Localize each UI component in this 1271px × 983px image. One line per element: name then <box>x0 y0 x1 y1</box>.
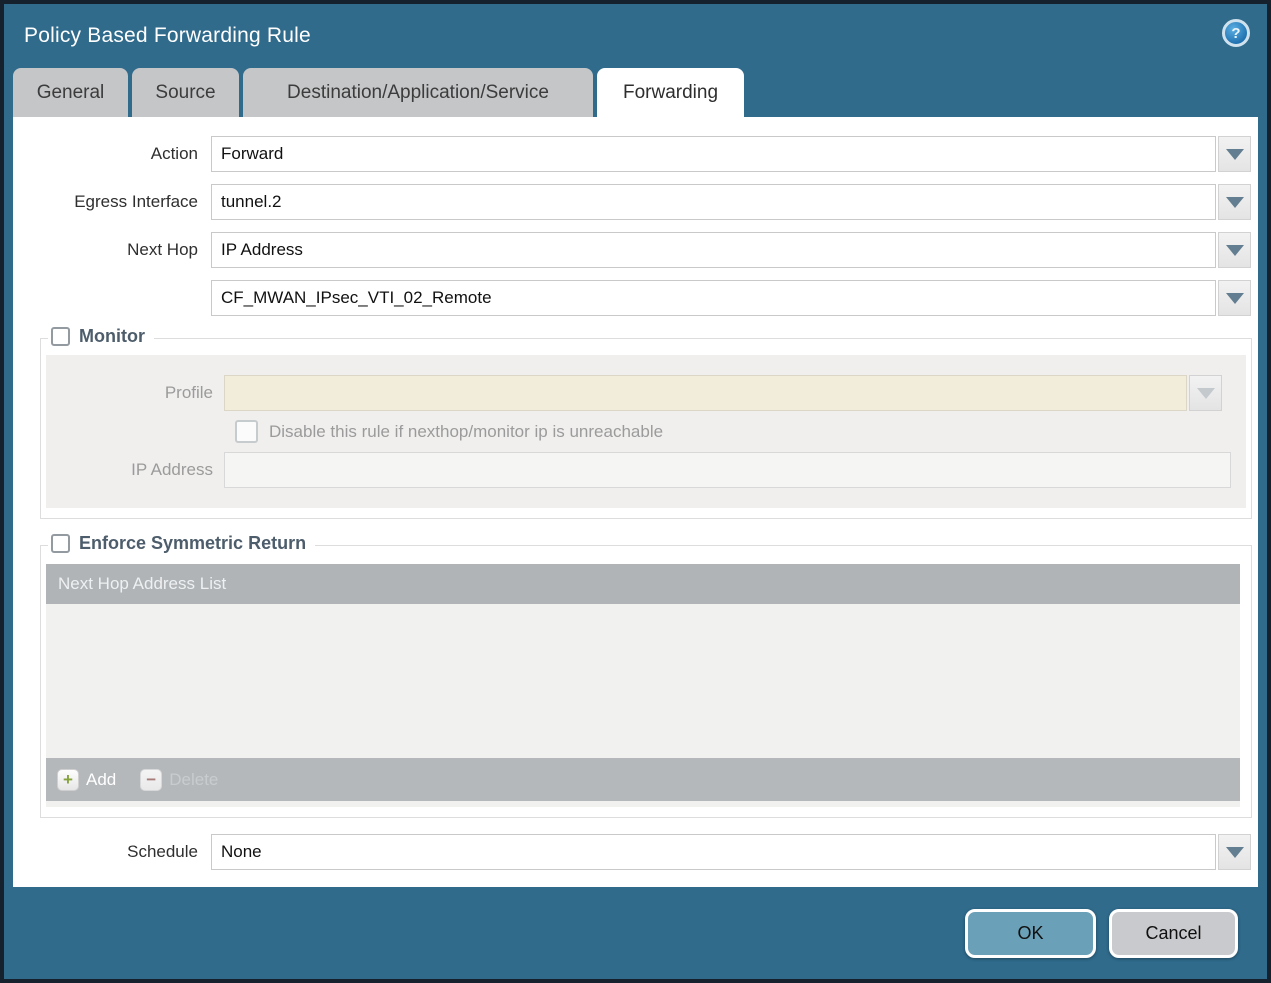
tab-destination-label: Destination/Application/Service <box>287 82 549 104</box>
next-hop-dropdown-button[interactable] <box>1218 232 1251 268</box>
chevron-down-icon <box>1197 388 1215 399</box>
next-hop-address-input[interactable]: CF_MWAN_IPsec_VTI_02_Remote <box>211 280 1216 316</box>
disable-rule-row: Disable this rule if nexthop/monitor ip … <box>46 420 1246 443</box>
next-hop-label: Next Hop <box>13 240 211 260</box>
tab-source-label: Source <box>155 82 215 104</box>
help-button[interactable]: ? <box>1222 19 1250 47</box>
help-icon: ? <box>1231 25 1240 42</box>
tab-forwarding-label: Forwarding <box>623 82 718 104</box>
schedule-input[interactable]: None <box>211 834 1216 870</box>
enforce-symmetric-return-legend-label: Enforce Symmetric Return <box>79 533 306 554</box>
add-button[interactable]: + Add <box>57 769 116 791</box>
next-hop-row: Next Hop IP Address <box>13 232 1251 268</box>
action-input[interactable]: Forward <box>211 136 1216 172</box>
chevron-down-icon <box>1226 197 1244 208</box>
schedule-dropdown-button[interactable] <box>1218 834 1251 870</box>
egress-interface-row: Egress Interface tunnel.2 <box>13 184 1251 220</box>
add-button-label: Add <box>86 770 116 790</box>
next-hop-type-input[interactable]: IP Address <box>211 232 1216 268</box>
tab-destination-application-service[interactable]: Destination/Application/Service <box>243 68 593 117</box>
monitor-fieldset: Monitor Profile Disable this rule if nex… <box>40 338 1252 519</box>
next-hop-address-list-header: Next Hop Address List <box>46 564 1240 604</box>
next-hop-address-list-toolbar: + Add − Delete <box>46 758 1240 801</box>
monitor-ip-address-label: IP Address <box>46 460 224 480</box>
monitor-legend: Monitor <box>48 326 154 347</box>
egress-interface-label: Egress Interface <box>13 192 211 212</box>
disable-rule-label: Disable this rule if nexthop/monitor ip … <box>269 422 663 442</box>
monitor-panel: Profile Disable this rule if nexthop/mon… <box>46 355 1246 508</box>
egress-interface-input[interactable]: tunnel.2 <box>211 184 1216 220</box>
forwarding-tab-panel: Action Forward Egress Interface tunnel.2… <box>13 117 1258 887</box>
plus-icon: + <box>57 769 79 791</box>
chevron-down-icon <box>1226 847 1244 858</box>
next-hop-address-list-body <box>46 604 1240 758</box>
action-combo: Forward <box>211 136 1251 172</box>
egress-interface-dropdown-button[interactable] <box>1218 184 1251 220</box>
profile-row: Profile <box>46 375 1246 411</box>
egress-interface-combo: tunnel.2 <box>211 184 1251 220</box>
chevron-down-icon <box>1226 245 1244 256</box>
dialog-footer: OK Cancel <box>4 887 1267 979</box>
action-label: Action <box>13 144 211 164</box>
chevron-down-icon <box>1226 149 1244 160</box>
ok-button[interactable]: OK <box>965 909 1096 958</box>
cancel-button[interactable]: Cancel <box>1109 909 1238 958</box>
schedule-label: Schedule <box>13 842 211 862</box>
schedule-row: Schedule None <box>13 834 1251 870</box>
monitor-ip-address-input <box>224 452 1231 488</box>
tab-source[interactable]: Source <box>132 68 239 117</box>
tab-general[interactable]: General <box>13 68 128 117</box>
tab-forwarding[interactable]: Forwarding <box>597 68 744 117</box>
dialog-title: Policy Based Forwarding Rule <box>24 24 311 48</box>
profile-dropdown-button <box>1189 375 1222 411</box>
dialog-titlebar: Policy Based Forwarding Rule ? <box>4 4 1267 68</box>
delete-button: − Delete <box>140 769 218 791</box>
next-hop-address-list-table: Next Hop Address List + Add − Delete <box>46 564 1240 807</box>
monitor-checkbox[interactable] <box>51 327 70 346</box>
chevron-down-icon <box>1226 293 1244 304</box>
minus-icon: − <box>140 769 162 791</box>
next-hop-combo: IP Address <box>211 232 1251 268</box>
enforce-symmetric-return-fieldset: Enforce Symmetric Return Next Hop Addres… <box>40 545 1252 818</box>
next-hop-address-dropdown-button[interactable] <box>1218 280 1251 316</box>
disable-rule-checkbox <box>235 420 258 443</box>
next-hop-address-combo: CF_MWAN_IPsec_VTI_02_Remote <box>211 280 1251 316</box>
policy-based-forwarding-dialog: Policy Based Forwarding Rule ? General S… <box>0 0 1271 983</box>
action-row: Action Forward <box>13 136 1251 172</box>
delete-button-label: Delete <box>169 770 218 790</box>
enforce-symmetric-return-checkbox[interactable] <box>51 534 70 553</box>
tab-bar: General Source Destination/Application/S… <box>4 68 1267 117</box>
tab-general-label: General <box>37 82 105 104</box>
monitor-legend-label: Monitor <box>79 326 145 347</box>
table-bottom-strip <box>46 801 1240 807</box>
profile-input <box>224 375 1187 411</box>
next-hop-address-row: CF_MWAN_IPsec_VTI_02_Remote <box>13 280 1251 316</box>
monitor-ip-address-row: IP Address <box>46 452 1246 488</box>
action-dropdown-button[interactable] <box>1218 136 1251 172</box>
profile-label: Profile <box>46 383 224 403</box>
schedule-combo: None <box>211 834 1251 870</box>
enforce-symmetric-return-legend: Enforce Symmetric Return <box>48 533 315 554</box>
